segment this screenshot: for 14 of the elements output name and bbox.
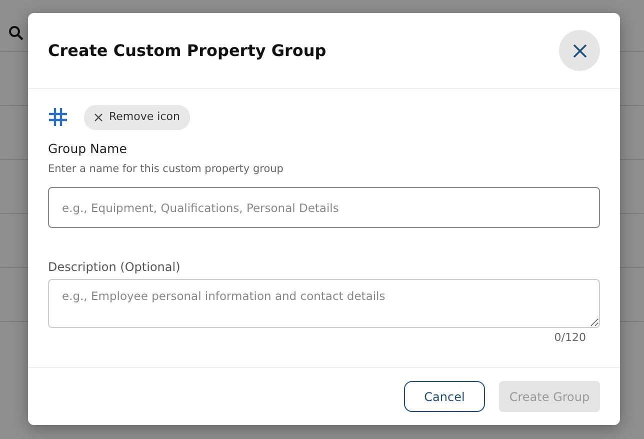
cancel-button[interactable]: Cancel [404, 381, 485, 412]
remove-icon-chip[interactable]: Remove icon [84, 105, 190, 130]
close-icon [94, 112, 103, 122]
search-icon[interactable] [8, 24, 24, 40]
field-help-text: Enter a name for this custom property group [48, 162, 284, 178]
group-name-field[interactable]: e.g., Equipment, Qualifications, Personal Details [48, 187, 600, 228]
character-counter: 0/120 [553, 330, 587, 346]
hash-icon [48, 107, 68, 128]
description-field[interactable]: e.g., Employee personal information and contact details [48, 279, 600, 328]
field-label: Description (Optional) [48, 259, 182, 276]
close-button[interactable] [559, 30, 600, 71]
dialog-title: Create Custom Property Group [48, 40, 326, 60]
close-icon [572, 44, 586, 58]
field-label: Group Name [48, 140, 128, 158]
